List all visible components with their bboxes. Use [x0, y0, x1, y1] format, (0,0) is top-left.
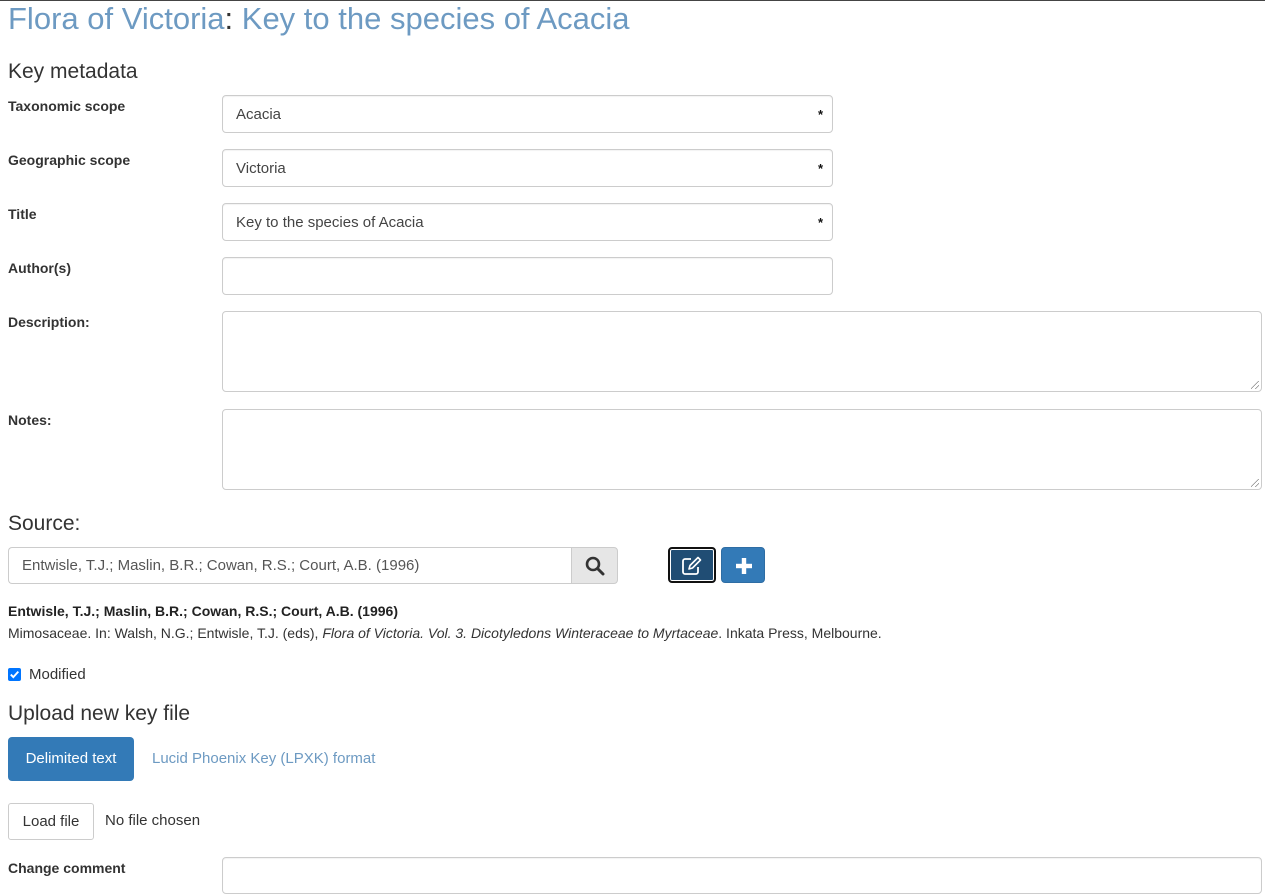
- description-textarea[interactable]: [222, 311, 1262, 392]
- source-heading: Source:: [8, 512, 81, 535]
- required-marker: *: [817, 107, 823, 122]
- title-label: Title: [8, 206, 37, 222]
- authors-label: Author(s): [8, 260, 71, 276]
- reference-work-title: Flora of Victoria. Vol. 3. Dicotyledons …: [322, 625, 719, 641]
- source-search-input[interactable]: Entwisle, T.J.; Maslin, B.R.; Cowan, R.S…: [8, 547, 572, 584]
- taxonomic-scope-field[interactable]: Acacia *: [222, 95, 833, 133]
- add-source-button[interactable]: [721, 547, 765, 583]
- reference-text-before: Mimosaceae. In: Walsh, N.G.; Entwisle, T…: [8, 625, 323, 641]
- reference-authors: Entwisle, T.J.; Maslin, B.R.; Cowan, R.S…: [8, 603, 398, 619]
- notes-textarea[interactable]: [222, 409, 1262, 490]
- geographic-scope-label: Geographic scope: [8, 152, 131, 168]
- title-field[interactable]: Key to the species of Acacia *: [222, 203, 833, 241]
- resize-handle-icon[interactable]: [1251, 479, 1259, 487]
- page-title: Flora of Victoria: Key to the species of…: [8, 0, 630, 38]
- resize-handle-icon[interactable]: [1251, 381, 1259, 389]
- search-icon: [585, 556, 605, 576]
- modified-checkbox[interactable]: [8, 668, 21, 681]
- taxonomic-scope-value: Acacia: [236, 106, 282, 123]
- load-file-button[interactable]: Load file: [8, 803, 94, 840]
- reference-text-after: . Inkata Press, Melbourne.: [718, 625, 882, 641]
- modified-label: Modified: [29, 666, 86, 683]
- plus-icon: [736, 558, 752, 574]
- geographic-scope-value: Victoria: [236, 160, 286, 177]
- taxonomic-scope-label: Taxonomic scope: [8, 98, 126, 114]
- description-label: Description:: [8, 314, 90, 330]
- edit-icon: [682, 556, 702, 575]
- reference-citation: Mimosaceae. In: Walsh, N.G.; Entwisle, T…: [8, 625, 882, 641]
- key-metadata-heading: Key metadata: [8, 60, 138, 83]
- title-separator: :: [224, 1, 234, 36]
- source-search-button[interactable]: [571, 547, 618, 584]
- notes-label: Notes:: [8, 412, 52, 428]
- tab-lpxk-format[interactable]: Lucid Phoenix Key (LPXK) format: [152, 750, 375, 767]
- file-status: No file chosen: [105, 812, 201, 829]
- checkmark-icon: [10, 670, 20, 679]
- geographic-scope-field[interactable]: Victoria *: [222, 149, 833, 187]
- title-value: Key to the species of Acacia: [236, 214, 424, 231]
- flora-link[interactable]: Flora of Victoria: [8, 1, 225, 36]
- upload-heading: Upload new key file: [8, 702, 191, 725]
- tab-delimited-text[interactable]: Delimited text: [8, 737, 134, 781]
- required-marker: *: [817, 161, 823, 176]
- authors-field[interactable]: [222, 257, 833, 295]
- key-link[interactable]: Key to the species of Acacia: [242, 1, 630, 36]
- required-marker: *: [817, 215, 823, 230]
- change-comment-field[interactable]: [222, 857, 1262, 894]
- change-comment-label: Change comment: [8, 860, 126, 876]
- edit-source-button[interactable]: [668, 547, 716, 583]
- source-search-value: Entwisle, T.J.; Maslin, B.R.; Cowan, R.S…: [22, 557, 420, 574]
